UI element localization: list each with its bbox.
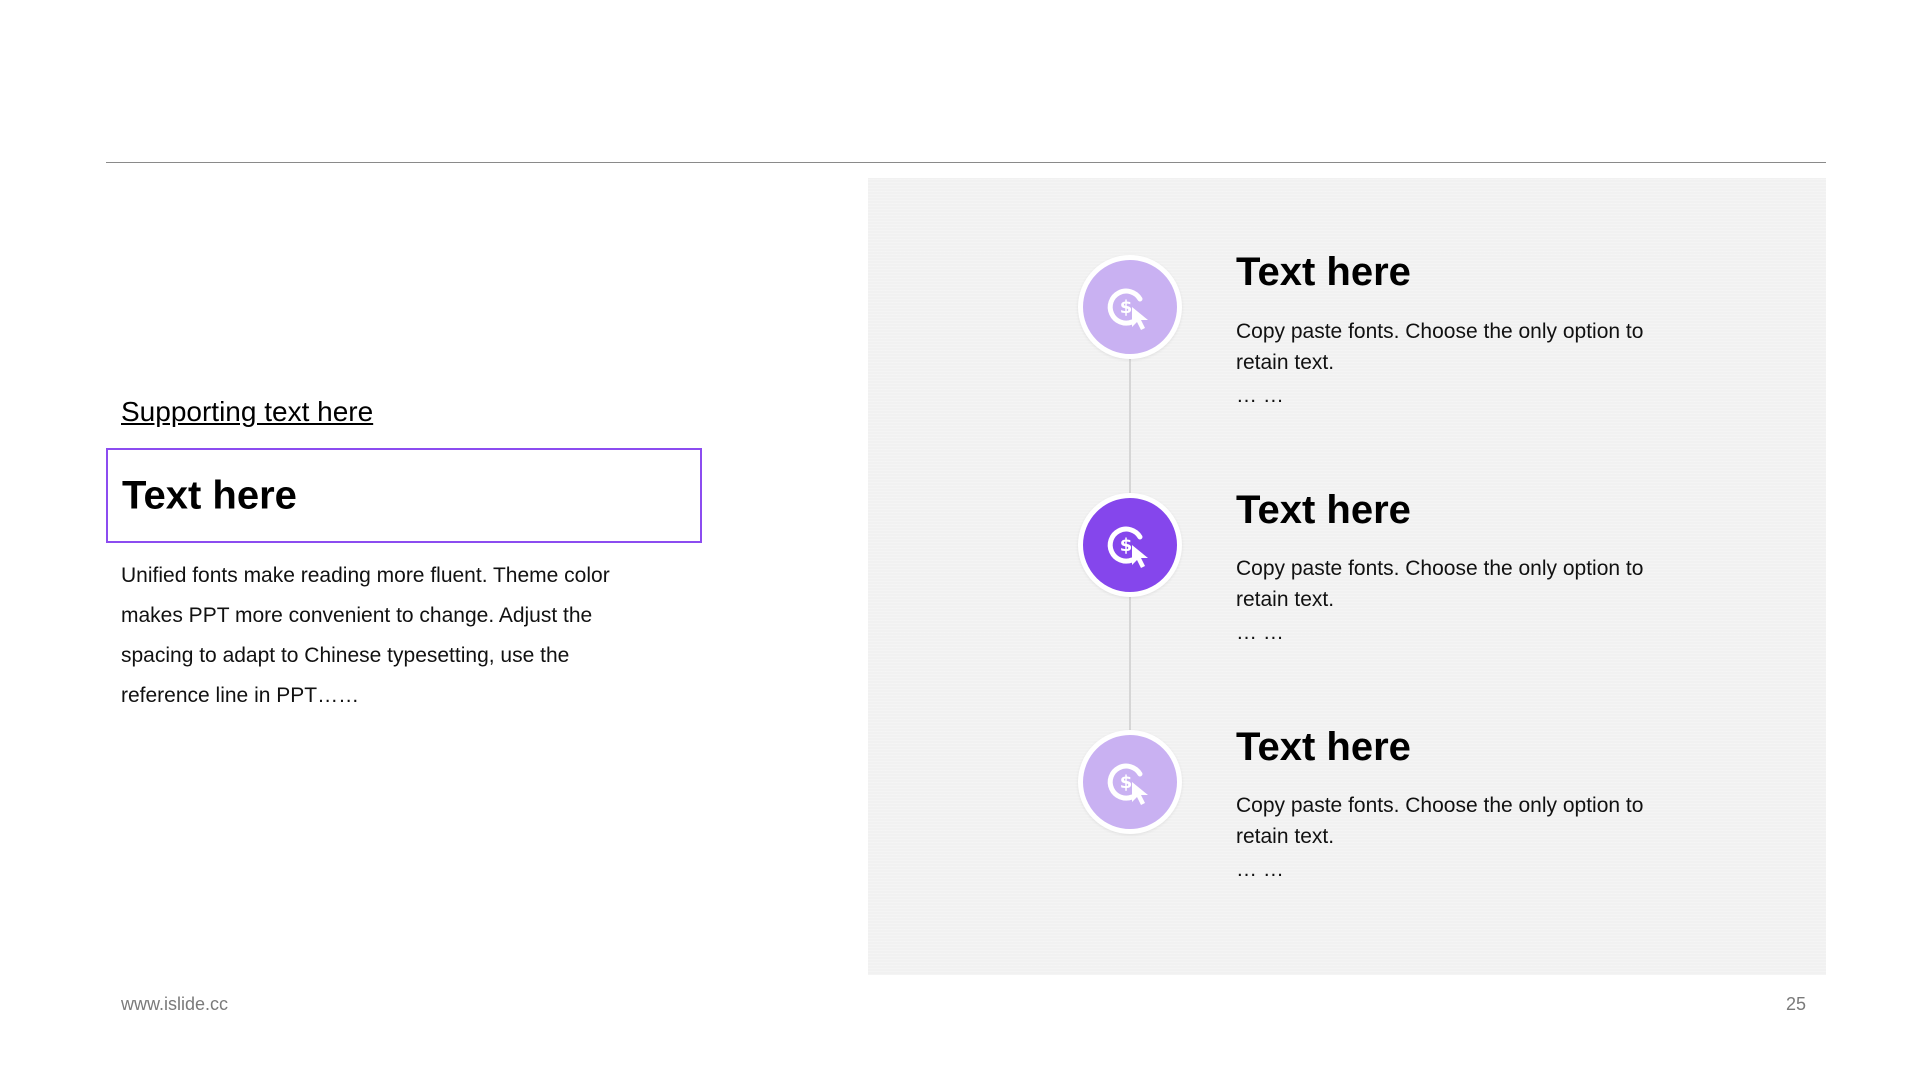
- step-2-description: Copy paste fonts. Choose the only option…: [1236, 557, 1644, 611]
- title-box: Text here: [106, 448, 702, 543]
- dollar-click-icon: $: [1107, 763, 1148, 805]
- step-3-ellipsis: … …: [1236, 858, 1284, 881]
- page-number: 25: [1786, 994, 1807, 1014]
- dollar-click-icon: $: [1107, 526, 1148, 568]
- svg-text:$: $: [1120, 535, 1133, 556]
- step-1-ellipsis: … …: [1236, 384, 1284, 407]
- slide: Supporting text here Text here Unified f…: [0, 0, 1920, 1080]
- step-3-description: Copy paste fonts. Choose the only option…: [1236, 794, 1644, 848]
- footer-url: www.islide.cc: [121, 994, 229, 1014]
- left-title: Text here: [122, 473, 297, 517]
- step-2-ellipsis: … …: [1236, 621, 1284, 644]
- top-divider: [106, 162, 1826, 163]
- left-body-text: Unified fonts make reading more fluent. …: [121, 564, 610, 707]
- dollar-click-icon: $: [1107, 288, 1148, 330]
- step-2-circle: $: [1078, 493, 1182, 597]
- step-3-circle: $: [1078, 730, 1182, 834]
- svg-text:$: $: [1120, 297, 1133, 318]
- svg-text:$: $: [1120, 772, 1133, 793]
- step-1-description: Copy paste fonts. Choose the only option…: [1236, 320, 1644, 374]
- step-2-heading: Text here: [1236, 488, 1411, 532]
- step-1-heading: Text here: [1236, 250, 1411, 294]
- step-1-circle: $: [1078, 255, 1182, 359]
- connector-line-2: [1129, 597, 1131, 731]
- connector-line-1: [1129, 359, 1131, 493]
- supporting-text-link[interactable]: Supporting text here: [121, 396, 373, 428]
- step-3-heading: Text here: [1236, 725, 1411, 769]
